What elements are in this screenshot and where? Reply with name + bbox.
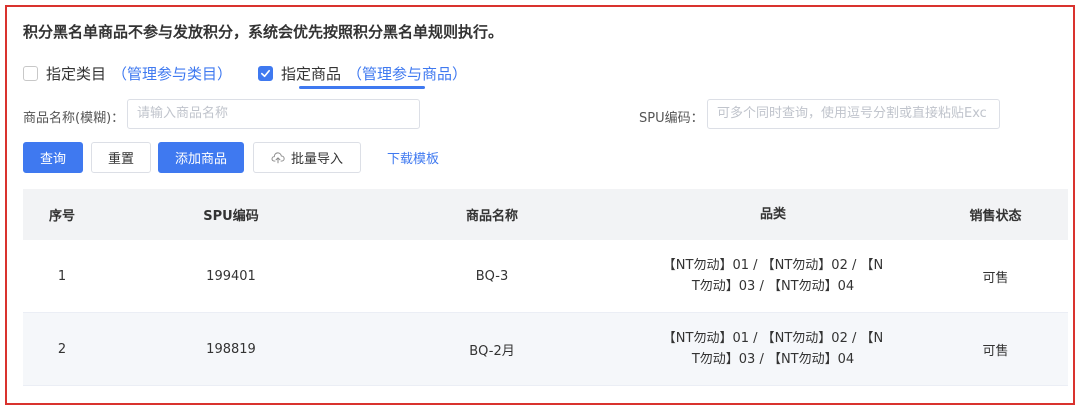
import-button[interactable]: 批量导入 (253, 142, 361, 173)
name-filter-label: 商品名称(模糊)： (23, 111, 125, 126)
option-category[interactable]: 指定类目 （管理参与类目） (23, 63, 232, 84)
download-template-link[interactable]: 下载模板 (375, 142, 451, 173)
import-label: 批量导入 (290, 152, 343, 167)
product-label[interactable]: 指定商品 (281, 63, 341, 84)
manage-product-link[interactable]: （管理参与商品） (347, 63, 467, 84)
notice-text: 积分黑名单商品不参与发放积分，系统会优先按照积分黑名单规则执行。 (23, 23, 504, 41)
check-icon (261, 69, 271, 77)
header-spu: SPU编码 (203, 209, 259, 224)
reset-button[interactable]: 重置 (91, 142, 151, 173)
row-spu: 199401 (206, 268, 256, 284)
table-row: 1 199401 BQ-3 【NT勿动】01 / 【NT勿动】02 / 【N T… (23, 240, 1068, 313)
row-category: 【NT勿动】01 / 【NT勿动】02 / 【N T勿动】03 / 【NT勿动】… (623, 255, 923, 297)
query-button[interactable]: 查询 (23, 142, 83, 173)
scope-options: 指定类目 （管理参与类目） 指定商品 （管理参与商品） (23, 61, 493, 89)
spu-input[interactable]: 可多个同时查询，使用逗号分割或直接粘贴Exc (707, 99, 1000, 129)
option-product[interactable]: 指定商品 （管理参与商品） (258, 63, 467, 89)
manage-category-link[interactable]: （管理参与类目） (112, 63, 232, 84)
row-category-line2: T勿动】03 / 【NT勿动】04 (691, 352, 855, 367)
row-status: 可售 (982, 343, 1009, 359)
row-category-line1: 【NT勿动】01 / 【NT勿动】02 / 【N (662, 331, 884, 346)
table-header: 序号 SPU编码 商品名称 品类 销售状态 (23, 189, 1068, 240)
row-index: 2 (57, 341, 67, 357)
row-category-line2: T勿动】03 / 【NT勿动】04 (691, 279, 855, 294)
product-checkbox[interactable] (258, 65, 274, 81)
category-checkbox[interactable] (23, 65, 38, 81)
row-spu: 198819 (206, 341, 256, 357)
active-underline (299, 85, 426, 89)
row-name: BQ-2月 (469, 343, 515, 359)
header-category: 品类 (759, 207, 786, 222)
name-input[interactable]: 请输入商品名称 (127, 99, 420, 129)
table-row: 2 198819 BQ-2月 【NT勿动】01 / 【NT勿动】02 / 【N … (23, 313, 1068, 386)
spu-filter-label: SPU编码： (639, 111, 704, 126)
row-category-line1: 【NT勿动】01 / 【NT勿动】02 / 【N (662, 258, 884, 273)
product-table: 序号 SPU编码 商品名称 品类 销售状态 1 199401 BQ-3 【NT勿… (23, 189, 1068, 386)
upload-icon (271, 151, 285, 163)
row-category: 【NT勿动】01 / 【NT勿动】02 / 【N T勿动】03 / 【NT勿动】… (623, 328, 923, 370)
header-status: 销售状态 (969, 209, 1022, 224)
category-label[interactable]: 指定类目 (46, 63, 106, 84)
header-name: 商品名称 (465, 209, 518, 224)
row-name: BQ-3 (475, 268, 509, 284)
row-index: 1 (57, 268, 67, 284)
header-index: 序号 (48, 209, 75, 224)
row-status: 可售 (982, 270, 1009, 286)
add-product-button[interactable]: 添加商品 (158, 142, 244, 173)
